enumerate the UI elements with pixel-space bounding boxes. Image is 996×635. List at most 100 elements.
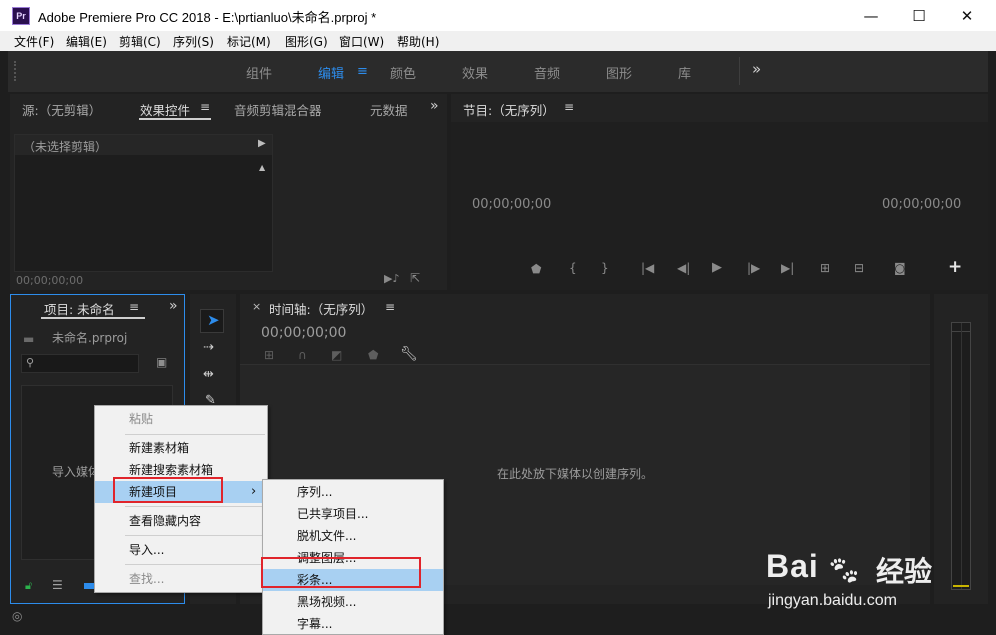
menu-clip[interactable]: 剪辑(C): [119, 33, 161, 50]
linked-selection-icon[interactable]: ◩: [331, 348, 342, 362]
panel-menu-icon[interactable]: ≡: [385, 300, 395, 314]
mark-in-icon[interactable]: {: [569, 261, 577, 275]
tab-effect-controls[interactable]: 效果控件: [140, 100, 190, 119]
go-to-in-icon[interactable]: |◀: [641, 261, 654, 275]
lock-icon[interactable]: 🔓︎: [25, 579, 32, 593]
premiere-app-icon: Pr: [12, 7, 30, 25]
watermark-brand-suffix: 经验: [876, 555, 933, 588]
workspace-audio[interactable]: 音频: [534, 63, 560, 82]
tab-source[interactable]: 源:（无剪辑）: [22, 100, 101, 119]
timeline-drop-hint: 在此处放下媒体以创建序列。: [497, 467, 654, 481]
tab-project[interactable]: 项目: 未命名: [44, 299, 115, 318]
project-search-input[interactable]: ⚲: [21, 354, 139, 373]
menu-graphics[interactable]: 图形(G): [285, 33, 328, 50]
annotation-highlight-box: [113, 477, 223, 503]
close-window-button[interactable]: ✕: [944, 0, 990, 31]
program-title: 节目:（无序列）: [463, 103, 555, 118]
active-tab-underline: [139, 118, 211, 120]
workspace-effects[interactable]: 效果: [462, 63, 488, 82]
menu-window[interactable]: 窗口(W): [339, 33, 384, 50]
submenu-item-offline-file[interactable]: 脱机文件...: [263, 525, 443, 547]
menu-item-find[interactable]: 查找...: [95, 568, 267, 590]
lift-icon[interactable]: ⊞: [820, 261, 830, 275]
watermark-url: jingyan.baidu.com: [768, 592, 897, 609]
program-monitor: 节目:（无序列） ≡ 00;00;00;00 00;00;00;00 ⬟ { }…: [451, 94, 988, 290]
menu-sequence[interactable]: 序列(S): [173, 33, 214, 50]
menu-separator: [125, 506, 265, 507]
expand-right-icon[interactable]: ▶: [258, 138, 266, 149]
snap-icon[interactable]: ∩: [298, 348, 307, 362]
baidu-watermark: Bai 🐾︎ 经验 jingyan.baidu.com: [766, 548, 966, 618]
panel-overflow-button[interactable]: »: [169, 298, 178, 314]
workspace-menu-icon[interactable]: ≡: [357, 64, 368, 79]
workspace-assembly[interactable]: 组件: [246, 63, 272, 82]
program-timecode-duration: 00;00;00;00: [882, 197, 962, 212]
workspace-overflow-button[interactable]: »: [752, 60, 761, 78]
submenu-item-shared-project[interactable]: 已共享项目...: [263, 503, 443, 525]
tab-audio-clip-mixer[interactable]: 音频剪辑混合器: [234, 100, 322, 119]
effect-controls-area: （未选择剪辑） ▶ ▲: [14, 134, 273, 272]
drag-grip-icon[interactable]: [14, 61, 16, 81]
ripple-edit-tool-icon[interactable]: ⇹: [203, 367, 214, 382]
track-select-tool-icon[interactable]: ⇢: [203, 340, 214, 355]
menu-item-new-bin[interactable]: 新建素材箱: [95, 437, 267, 459]
add-marker-icon[interactable]: ⬟: [531, 262, 541, 276]
project-file-icon: ▬: [23, 332, 35, 346]
cc-sync-icon[interactable]: ◎: [12, 609, 22, 623]
workspace-editing[interactable]: 编辑: [318, 63, 344, 82]
collapse-up-icon[interactable]: ▲: [259, 163, 265, 172]
add-marker-icon[interactable]: ⬟: [368, 348, 378, 362]
export-frame-icon[interactable]: ⇱: [410, 271, 420, 285]
export-frame-icon[interactable]: ◙: [894, 261, 906, 275]
extract-icon[interactable]: ⊟: [854, 261, 864, 275]
submenu-item-sequence[interactable]: 序列...: [263, 481, 443, 503]
submenu-item-black-video[interactable]: 黑场视频...: [263, 591, 443, 613]
search-icon: ⚲: [26, 356, 35, 369]
panel-menu-icon[interactable]: ≡: [129, 300, 139, 314]
menu-separator: [125, 535, 265, 536]
annotation-highlight-box: [261, 557, 421, 588]
menu-item-view-hidden[interactable]: 查看隐藏内容: [95, 510, 267, 532]
menu-bar: 文件(F) 编辑(E) 剪辑(C) 序列(S) 标记(M) 图形(G) 窗口(W…: [0, 31, 996, 51]
window-title: Adobe Premiere Pro CC 2018 - E:\prtianlu…: [38, 10, 377, 25]
tab-metadata[interactable]: 元数据: [370, 100, 408, 119]
timeline-title[interactable]: 时间轴:（无序列）: [269, 299, 373, 318]
go-to-out-icon[interactable]: ▶|: [781, 261, 794, 275]
menu-edit[interactable]: 编辑(E): [66, 33, 107, 50]
menu-file[interactable]: 文件(F): [14, 33, 54, 50]
workspace-color[interactable]: 颜色: [390, 63, 416, 82]
close-tab-button[interactable]: ×: [252, 300, 261, 313]
play-icon[interactable]: ▶: [712, 260, 722, 275]
menu-item-paste[interactable]: 粘贴: [95, 408, 267, 430]
button-editor-add-button[interactable]: +: [948, 257, 962, 277]
selection-arrow-icon: ➤: [207, 311, 220, 329]
workspace-divider: [739, 57, 740, 85]
workspace-bar: 组件 编辑 ≡ 颜色 效果 音频 图形 库 »: [8, 51, 988, 92]
step-forward-icon[interactable]: |▶: [747, 261, 760, 275]
menu-help[interactable]: 帮助(H): [397, 33, 439, 50]
submenu-arrow-icon: ›: [251, 484, 257, 499]
new-search-bin-icon[interactable]: ▣: [156, 355, 167, 369]
selection-tool-button[interactable]: ➤: [200, 309, 224, 333]
menu-marker[interactable]: 标记(M): [227, 33, 271, 50]
submenu-item-captions[interactable]: 字幕...: [263, 613, 443, 635]
mark-out-icon[interactable]: }: [601, 261, 609, 275]
menu-separator: [125, 564, 265, 565]
paw-icon: 🐾︎: [826, 554, 862, 587]
watermark-brand: Bai: [766, 548, 819, 584]
maximize-button[interactable]: ☐: [896, 0, 942, 31]
panel-menu-icon[interactable]: ≡: [200, 100, 210, 114]
workspace-graphics[interactable]: 图形: [606, 63, 632, 82]
play-audio-icon[interactable]: ▶♪: [384, 272, 399, 285]
menu-item-import[interactable]: 导入...: [95, 539, 267, 561]
step-back-icon[interactable]: ◀|: [677, 261, 690, 275]
panel-menu-icon[interactable]: ≡: [564, 100, 574, 114]
insert-sequence-icon[interactable]: ⊞: [264, 348, 274, 362]
effect-controls-timecode: 00;00;00;00: [16, 274, 84, 287]
list-view-icon[interactable]: ☰: [52, 578, 63, 592]
panel-overflow-button[interactable]: »: [430, 98, 439, 114]
active-tab-underline: [41, 317, 145, 319]
timeline-settings-wrench-icon[interactable]: 🔧︎: [400, 346, 418, 362]
minimize-button[interactable]: —: [848, 0, 894, 31]
workspace-libraries[interactable]: 库: [678, 63, 691, 82]
